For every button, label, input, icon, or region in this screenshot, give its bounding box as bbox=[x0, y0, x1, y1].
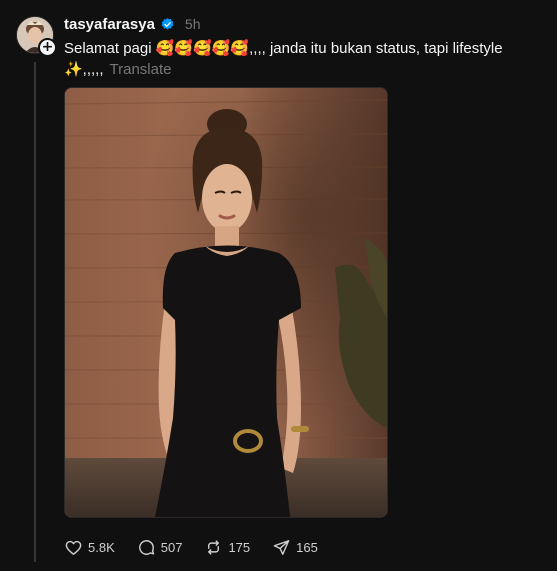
username[interactable]: tasyafarasya bbox=[64, 16, 155, 33]
post-photo-image bbox=[65, 88, 387, 517]
caption-line-2-wrap: ✨,,,,, Translate bbox=[64, 59, 534, 80]
thread-post: + tasyafarasya 5h Selamat pagi 🥰🥰🥰🥰🥰,,,,… bbox=[0, 0, 557, 571]
post-header: tasyafarasya 5h bbox=[64, 14, 201, 34]
share-count: 165 bbox=[296, 539, 318, 555]
heart-icon bbox=[65, 540, 82, 555]
post-photo[interactable] bbox=[64, 87, 388, 518]
share-icon bbox=[273, 539, 290, 555]
post-timestamp[interactable]: 5h bbox=[185, 16, 201, 32]
comment-icon bbox=[138, 539, 154, 555]
translate-link[interactable]: Translate bbox=[110, 61, 172, 78]
share-button[interactable]: 165 bbox=[272, 538, 318, 557]
like-button[interactable]: 5.8K bbox=[64, 538, 115, 557]
avatar-wrapper[interactable]: + bbox=[16, 16, 57, 57]
post-actions: 5.8K 507 175 165 bbox=[64, 536, 340, 558]
follow-plus-icon[interactable]: + bbox=[38, 38, 57, 57]
repost-icon bbox=[208, 539, 220, 555]
like-count: 5.8K bbox=[88, 539, 115, 555]
repost-button[interactable]: 175 bbox=[204, 538, 250, 557]
post-caption: Selamat pagi 🥰🥰🥰🥰🥰,,,, janda itu bukan s… bbox=[64, 38, 534, 80]
repost-count: 175 bbox=[228, 539, 251, 555]
caption-line-1: Selamat pagi 🥰🥰🥰🥰🥰,,,, janda itu bukan s… bbox=[64, 40, 503, 57]
caption-line-2: ✨,,,,, bbox=[64, 61, 104, 78]
reply-button[interactable]: 507 bbox=[137, 538, 183, 557]
verified-badge-icon bbox=[161, 17, 174, 29]
reply-count: 507 bbox=[160, 539, 183, 555]
thread-line bbox=[34, 62, 36, 562]
